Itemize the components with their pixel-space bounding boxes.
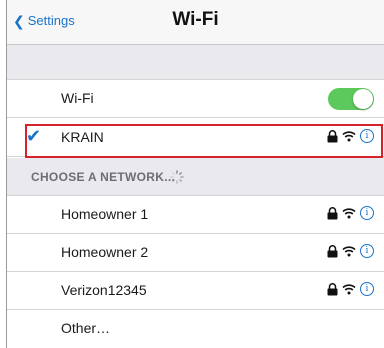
network-name: Verizon12345 (61, 282, 147, 298)
connected-network-row[interactable]: ✔ KRAIN i (7, 119, 384, 157)
wifi-label: Wi-Fi (61, 90, 94, 106)
toggle-knob (353, 89, 373, 109)
network-status-icons: i (327, 206, 374, 220)
connected-network-name: KRAIN (61, 129, 104, 145)
choose-network-header: CHOOSE A NETWORK... (7, 158, 384, 196)
info-icon[interactable]: i (360, 282, 374, 296)
info-icon[interactable]: i (360, 244, 374, 258)
network-name: Homeowner 1 (61, 206, 149, 222)
wifi-signal-icon (342, 208, 356, 219)
info-icon[interactable]: i (360, 206, 374, 220)
wifi-toggle-switch[interactable] (328, 88, 374, 110)
lock-icon (327, 282, 338, 295)
network-row[interactable]: Homeowner 2 i (7, 234, 384, 272)
lock-icon (327, 206, 338, 219)
network-row[interactable]: Verizon12345 i (7, 272, 384, 310)
group-spacer (7, 45, 384, 80)
other-network-row[interactable]: Other… (7, 310, 384, 348)
wifi-toggle-row: Wi-Fi (7, 80, 384, 118)
wifi-signal-icon (342, 246, 356, 257)
settings-panel: ❮ Settings Wi-Fi Wi-Fi ✔ KRAIN i CHOOSE … (6, 0, 384, 348)
wifi-signal-icon (342, 284, 356, 295)
wifi-signal-icon (342, 131, 356, 142)
network-name: Homeowner 2 (61, 244, 149, 260)
network-row[interactable]: Homeowner 1 i (7, 196, 384, 234)
lock-icon (327, 244, 338, 257)
info-icon[interactable]: i (360, 129, 374, 143)
loading-spinner-icon (170, 170, 184, 184)
other-network-label: Other… (61, 320, 111, 336)
network-status-icons: i (327, 282, 374, 296)
checkmark-icon: ✔ (26, 126, 42, 146)
navigation-bar: ❮ Settings Wi-Fi (7, 0, 384, 45)
section-label: CHOOSE A NETWORK... (31, 170, 176, 184)
network-status-icons: i (327, 129, 374, 143)
page-title: Wi-Fi (172, 9, 219, 30)
lock-icon (327, 129, 338, 142)
network-status-icons: i (327, 244, 374, 258)
